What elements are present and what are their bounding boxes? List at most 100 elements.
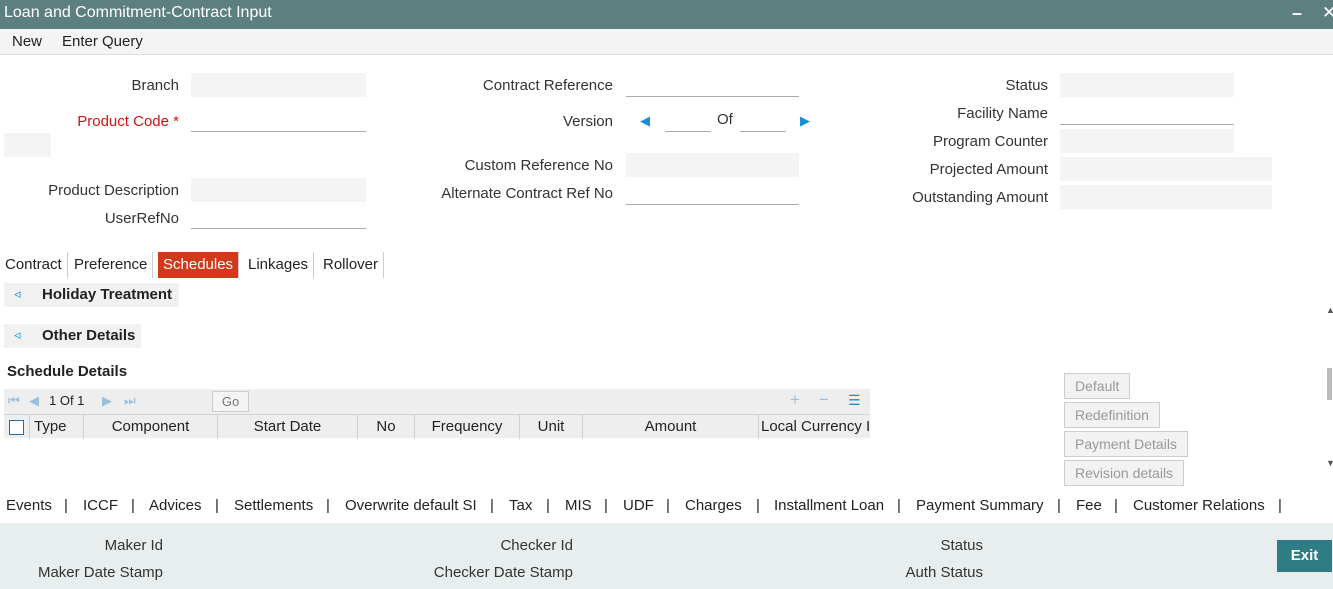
audit-footer: Maker Id Maker Date Stamp Checker Id Che… <box>0 523 1333 589</box>
default-button[interactable]: Default <box>1064 373 1131 399</box>
separator: | <box>604 497 608 514</box>
exit-button[interactable]: Exit <box>1277 540 1332 572</box>
link-events[interactable]: Events <box>6 497 52 514</box>
minimize-icon[interactable]: – <box>1292 3 1302 24</box>
link-advices[interactable]: Advices <box>149 497 202 514</box>
add-row-icon[interactable]: + <box>790 390 800 410</box>
link-payment-summary[interactable]: Payment Summary <box>916 497 1044 514</box>
version-total-field[interactable] <box>740 108 786 132</box>
separator: | <box>897 497 901 514</box>
holiday-treatment-section[interactable]: ◃ Holiday Treatment <box>4 283 179 307</box>
link-installment-loan[interactable]: Installment Loan <box>774 497 884 514</box>
separator: | <box>215 497 219 514</box>
link-fee[interactable]: Fee <box>1076 497 1102 514</box>
holiday-treatment-title: Holiday Treatment <box>42 286 173 303</box>
projected-amount-field[interactable] <box>1060 157 1272 181</box>
status-field[interactable] <box>1060 73 1234 97</box>
contract-reference-label: Contract Reference <box>482 77 613 94</box>
link-tax[interactable]: Tax <box>509 497 532 514</box>
col-frequency: Frequency <box>415 415 520 439</box>
link-charges[interactable]: Charges <box>685 497 742 514</box>
prev-page-icon[interactable]: ◀ <box>29 393 39 409</box>
program-counter-field[interactable] <box>1060 129 1234 153</box>
alternate-contract-ref-no-label: Alternate Contract Ref No <box>441 185 613 202</box>
separator: | <box>1057 497 1061 514</box>
page-info: 1 Of 1 <box>49 393 85 408</box>
last-page-icon[interactable]: ⏭ <box>124 393 136 409</box>
grid-header: Type Component Start Date No Frequency U… <box>4 414 870 439</box>
product-code-field[interactable] <box>191 108 366 132</box>
go-button[interactable]: Go <box>212 391 249 412</box>
user-ref-no-label: UserRefNo <box>104 210 179 227</box>
program-counter-label: Program Counter <box>932 133 1048 150</box>
custom-reference-no-label: Custom Reference No <box>464 157 613 174</box>
separator: | <box>64 497 68 514</box>
custom-reference-no-field[interactable] <box>626 153 799 177</box>
window-titlebar: Loan and Commitment-Contract Input – ✕ <box>0 0 1333 29</box>
col-component: Component <box>84 415 218 439</box>
tab-preference[interactable]: Preference <box>69 252 154 278</box>
menu-enter-query[interactable]: Enter Query <box>62 33 143 50</box>
col-unit: Unit <box>520 415 583 439</box>
separator: | <box>490 497 494 514</box>
other-details-section[interactable]: ◃ Other Details <box>4 324 141 348</box>
col-local-currency: Local Currency I <box>761 418 870 435</box>
separator: | <box>756 497 760 514</box>
separator: | <box>326 497 330 514</box>
window-title: Loan and Commitment-Contract Input <box>4 4 272 21</box>
product-description-field[interactable] <box>191 178 366 202</box>
branch-field[interactable] <box>191 73 366 97</box>
first-page-icon[interactable]: ⏮ <box>8 393 20 409</box>
revision-details-button[interactable]: Revision details <box>1064 460 1185 486</box>
select-all-checkbox[interactable] <box>4 415 30 439</box>
tab-linkages[interactable]: Linkages <box>243 252 315 278</box>
version-field[interactable] <box>665 108 711 132</box>
product-code-extra-field[interactable] <box>4 133 51 157</box>
link-overwrite-default-si[interactable]: Overwrite default SI <box>345 497 477 514</box>
contract-reference-field[interactable] <box>626 73 799 97</box>
link-customer-relations[interactable]: Customer Relations <box>1133 497 1265 514</box>
tab-contract[interactable]: Contract <box>0 252 68 278</box>
separator: | <box>546 497 550 514</box>
scroll-down-icon[interactable]: ▼ <box>1326 458 1333 468</box>
version-label: Version <box>562 113 613 130</box>
facility-name-field[interactable] <box>1060 101 1234 125</box>
branch-label: Branch <box>131 77 179 94</box>
next-page-icon[interactable]: ▶ <box>102 393 112 409</box>
status-label: Status <box>1005 77 1048 94</box>
collapse-icon: ◃ <box>14 327 21 342</box>
previous-version-icon[interactable]: ◀ <box>640 113 650 129</box>
link-settlements[interactable]: Settlements <box>234 497 313 514</box>
separator: | <box>1114 497 1118 514</box>
alternate-contract-ref-no-field[interactable] <box>626 181 799 205</box>
delete-row-icon[interactable]: − <box>819 390 829 410</box>
footer-status-label: Status <box>940 537 983 554</box>
projected-amount-label: Projected Amount <box>929 161 1048 178</box>
payment-details-button[interactable]: Payment Details <box>1064 431 1188 457</box>
maker-date-stamp-label: Maker Date Stamp <box>37 564 163 581</box>
menu-bar: New Enter Query <box>0 29 1333 55</box>
outstanding-amount-field[interactable] <box>1060 185 1272 209</box>
link-iccf[interactable]: ICCF <box>83 497 118 514</box>
tab-rollover[interactable]: Rollover <box>318 252 385 278</box>
redefinition-button[interactable]: Redefinition <box>1064 402 1160 428</box>
facility-name-label: Facility Name <box>957 105 1048 122</box>
tab-schedules[interactable]: Schedules <box>158 252 240 278</box>
link-mis[interactable]: MIS <box>565 497 592 514</box>
col-start-date: Start Date <box>218 415 358 439</box>
user-ref-no-field[interactable] <box>191 205 366 229</box>
scroll-thumb[interactable] <box>1327 368 1332 400</box>
product-description-label: Product Description <box>48 182 179 199</box>
checker-date-stamp-label: Checker Date Stamp <box>433 564 573 581</box>
product-code-label: Product Code * <box>77 113 179 130</box>
next-version-icon[interactable]: ▶ <box>800 113 810 129</box>
menu-new[interactable]: New <box>12 33 42 50</box>
link-udf[interactable]: UDF <box>623 497 654 514</box>
vertical-scrollbar[interactable]: ▲ ▼ <box>1326 290 1333 480</box>
separator: | <box>666 497 670 514</box>
close-icon[interactable]: ✕ <box>1322 3 1333 23</box>
subsystem-bar: Events | ICCF | Advices | Settlements | … <box>0 493 1333 519</box>
list-view-icon[interactable]: ☰ <box>848 392 861 409</box>
scroll-up-icon[interactable]: ▲ <box>1326 305 1333 315</box>
grid-toolbar: ⏮ ◀ 1 Of 1 ▶ ⏭ Go + − ☰ <box>4 389 870 414</box>
